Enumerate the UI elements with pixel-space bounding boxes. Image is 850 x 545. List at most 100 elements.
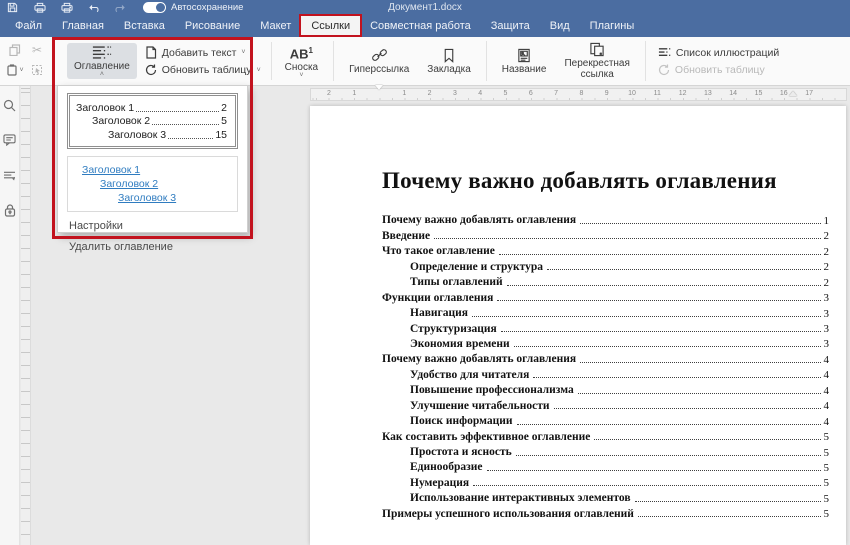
toc-style-classic-option[interactable]: Заголовок 12Заголовок 25Заголовок 315: [67, 93, 238, 149]
track-changes-icon[interactable]: [3, 168, 17, 182]
cross-reference-button[interactable]: Перекрестнаяссылка: [557, 40, 636, 82]
caption-label: Название: [502, 64, 547, 75]
tab-item-1[interactable]: Главная: [52, 15, 114, 37]
toc-entry[interactable]: Экономия времени3: [382, 335, 829, 350]
cross-reference-label-1: Перекрестная: [564, 58, 629, 69]
ruler-number: 4: [478, 90, 482, 97]
update-table-button[interactable]: Обновить таблицу ˅: [141, 63, 265, 77]
toc-remove-menu-item[interactable]: Удалить оглавление: [67, 233, 238, 254]
toc-entry[interactable]: Нумерация5: [382, 473, 829, 488]
ruler-number: 1: [352, 90, 356, 97]
toc-entry[interactable]: Единообразие5: [382, 458, 829, 473]
horizontal-ruler[interactable]: 211234567891011121314151617: [310, 88, 847, 101]
toc-entry-label: Повышение профессионализма: [410, 384, 574, 396]
toc-entry[interactable]: Простота и ясность5: [382, 443, 829, 458]
search-icon[interactable]: [3, 98, 17, 112]
dot-leader: [580, 362, 820, 363]
indent-marker-icon[interactable]: [375, 90, 383, 101]
toc-settings-menu-item[interactable]: Настройки: [67, 212, 238, 233]
dot-leader: [473, 485, 820, 486]
tab-item-2[interactable]: Вставка: [114, 15, 175, 37]
toc-entry-page: 2: [824, 277, 830, 289]
toc-entry[interactable]: Как составить эффективное оглавление5: [382, 427, 829, 442]
save-icon[interactable]: [6, 2, 19, 13]
toc-entry[interactable]: Использование интерактивных элементов5: [382, 489, 829, 504]
tab-bar: ФайлГлавнаяВставкаРисованиеМакетСсылкиСо…: [0, 15, 850, 37]
toc-entry[interactable]: Удобство для читателя4: [382, 365, 829, 380]
toc-entry[interactable]: Введение2: [382, 226, 829, 241]
ruler-number: 1: [402, 90, 406, 97]
caption-button[interactable]: Название: [495, 46, 554, 77]
toc-entry[interactable]: Повышение профессионализма 4: [382, 381, 829, 396]
document-heading[interactable]: Почему важно добавлять оглавления: [382, 168, 829, 194]
toc-preview-entry: Заголовок 315: [76, 127, 227, 141]
tab-references[interactable]: Ссылки: [301, 15, 360, 37]
toc-style-links-option[interactable]: Заголовок 1 Заголовок 2 Заголовок 3: [67, 156, 238, 212]
bookmark-button[interactable]: Закладка: [420, 46, 477, 77]
tab-item-0[interactable]: Файл: [5, 15, 52, 37]
toc-entry[interactable]: Что такое оглавление2: [382, 242, 829, 257]
tab-item-6[interactable]: Совместная работа: [360, 15, 481, 37]
toc-entry-label: Почему важно добавлять оглавления: [382, 353, 576, 365]
paste-icon[interactable]: ˅: [6, 64, 23, 76]
toc-entry[interactable]: Навигация3: [382, 304, 829, 319]
toc-button[interactable]: Оглавление ˄: [67, 43, 137, 79]
toggle-switch-icon[interactable]: [143, 2, 166, 13]
tab-item-9[interactable]: Плагины: [580, 15, 645, 37]
toc-entry-label: Использование интерактивных элементов: [410, 492, 631, 504]
print-icon[interactable]: [33, 2, 46, 13]
toc-preview-link[interactable]: Заголовок 2: [100, 178, 158, 190]
toc-entry-label: Что такое оглавление: [382, 245, 495, 257]
dot-leader: [499, 254, 821, 255]
autosave-toggle[interactable]: Автосохранение: [143, 2, 243, 13]
toc-entry-page: 4: [824, 416, 830, 428]
toc-entry[interactable]: Определение и структура2: [382, 257, 829, 272]
illustrations-list-button[interactable]: Список иллюстраций: [654, 46, 783, 60]
document-page[interactable]: Почему важно добавлять оглавления Почему…: [310, 106, 846, 545]
toc-preview-link-entry: Заголовок 3: [74, 190, 229, 204]
tab-item-4[interactable]: Макет: [250, 15, 301, 37]
tab-item-8[interactable]: Вид: [540, 15, 580, 37]
comments-icon[interactable]: [3, 133, 17, 147]
redo-icon[interactable]: [114, 2, 127, 13]
toc-entry[interactable]: Поиск информации4: [382, 412, 829, 427]
dot-leader: [547, 269, 820, 270]
toc-entry[interactable]: Функции оглавления3: [382, 288, 829, 303]
add-text-button[interactable]: Добавить текст ˅: [141, 45, 265, 60]
toc-entry-label: Структуризация: [410, 323, 497, 335]
protect-lock-icon[interactable]: [3, 203, 17, 217]
footnote-icon: AB1: [290, 44, 313, 61]
toc-preview-link[interactable]: Заголовок 3: [118, 192, 176, 204]
hyperlink-button[interactable]: Гиперссылка: [342, 46, 416, 77]
toc-preview-link[interactable]: Заголовок 1: [82, 164, 140, 176]
toc-entry[interactable]: Структуризация3: [382, 319, 829, 334]
toc-entry[interactable]: Улучшение читабельности4: [382, 396, 829, 411]
toc-entry-page: 5: [824, 508, 830, 520]
right-indent-marker-icon[interactable]: [789, 91, 797, 96]
cut-icon[interactable]: ✂: [32, 44, 42, 56]
tab-item-7[interactable]: Защита: [481, 15, 540, 37]
footnote-button[interactable]: AB1 Сноска ˅: [278, 42, 325, 80]
undo-icon[interactable]: [87, 2, 100, 13]
toc-entry-page: 5: [824, 477, 830, 489]
toc-entry-page: 5: [824, 462, 830, 474]
toc-entry[interactable]: Типы оглавлений 2: [382, 273, 829, 288]
toc-entry-page: 4: [824, 354, 830, 366]
vertical-ruler[interactable]: [21, 86, 31, 545]
ribbon-separator: [333, 41, 334, 81]
quick-print-icon[interactable]: [60, 2, 73, 13]
toc-group: Оглавление ˄ Добавить текст ˅ Обновить т…: [61, 37, 331, 85]
tab-item-3[interactable]: Рисование: [175, 15, 250, 37]
toc-entry[interactable]: Примеры успешного использования оглавлен…: [382, 504, 829, 519]
toc-entry-page: 4: [824, 385, 830, 397]
copy-icon[interactable]: [9, 44, 21, 56]
ruler-number: 14: [729, 90, 737, 97]
toc-entry-label: Введение: [382, 230, 430, 242]
toc-entry[interactable]: Почему важно добавлять оглавления 4: [382, 350, 829, 365]
toc-entry[interactable]: Почему важно добавлять оглавления1: [382, 211, 829, 226]
ruler-number: 8: [579, 90, 583, 97]
toc-entry-label: Типы оглавлений: [410, 276, 503, 288]
dot-leader: [635, 501, 821, 502]
dot-leader: [516, 455, 821, 456]
select-icon[interactable]: [31, 64, 43, 76]
